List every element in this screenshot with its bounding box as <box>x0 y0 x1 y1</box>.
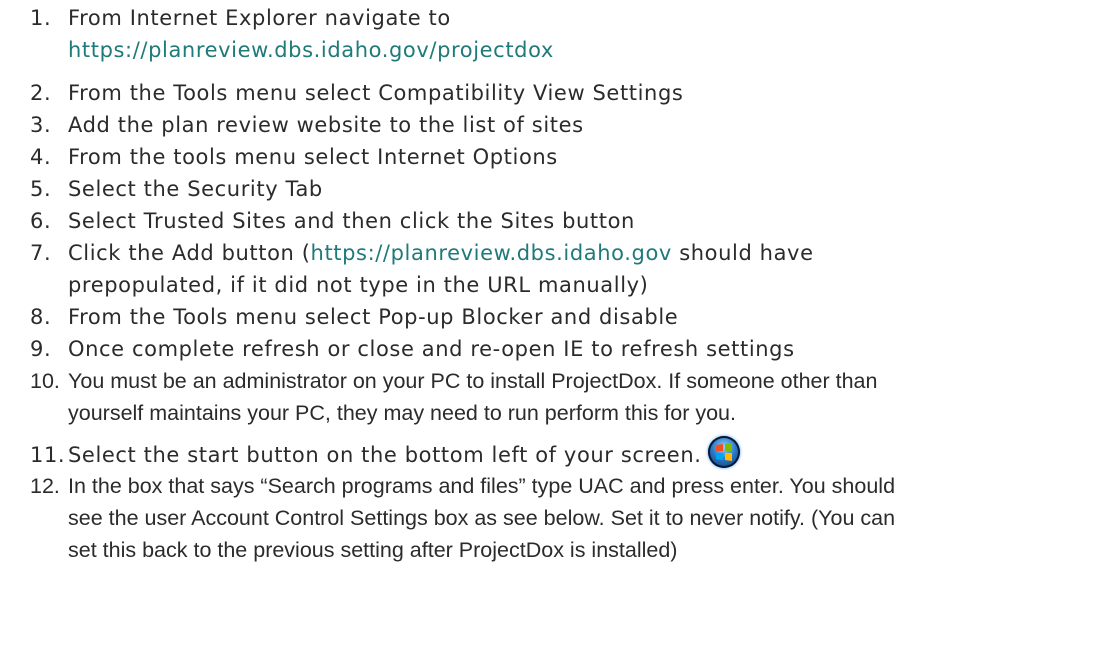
planreview-link[interactable]: https://planreview.dbs.idaho.gov <box>311 241 672 265</box>
item-text: Select the start button on the bottom le… <box>68 443 702 467</box>
item-text: From the tools menu select Internet Opti… <box>68 145 558 169</box>
windows-start-orb-icon <box>707 436 740 468</box>
item-number: 12. <box>30 474 60 498</box>
list-item-5: 5. Select the Security Tab <box>30 173 1090 205</box>
item-number: 2. <box>30 81 52 105</box>
item-text: Add the plan review website to the list … <box>68 113 584 137</box>
list-item-4: 4. From the tools menu select Internet Op… <box>30 141 1090 173</box>
item-text: should have <box>671 241 814 265</box>
list-item-2: 2. From the Tools menu select Compatibili… <box>30 77 1090 109</box>
list-item-8: 8. From the Tools menu select Pop-up Bloc… <box>30 301 1090 333</box>
list-item-10: 10. You must be an administrator on your … <box>30 365 1090 429</box>
item-number: 8. <box>30 305 52 329</box>
item-text: From the Tools menu select Compatibility… <box>68 81 684 105</box>
item-text: You must be an administrator on your PC … <box>68 369 878 393</box>
item-number: 10. <box>30 369 60 393</box>
list-item-9: 9. Once complete refresh or close and re-… <box>30 333 1090 365</box>
item-number: 11. <box>30 443 66 467</box>
instructions-document: 1. From Internet Explorer navigate to htt… <box>0 0 1107 669</box>
list-item-3: 3. Add the plan review website to the lis… <box>30 109 1090 141</box>
list-item-1: 1. From Internet Explorer navigate to htt… <box>30 2 1090 66</box>
item-text-line2: see the user Account Control Settings bo… <box>68 506 896 530</box>
item-text: In the box that says “Search programs an… <box>68 474 896 498</box>
item-text-line2: prepopulated, if it did not type in the … <box>68 273 649 297</box>
item-text: Once complete refresh or close and re-op… <box>68 337 795 361</box>
item-number: 1. <box>30 6 52 30</box>
list-item-7: 7. Click the Add button (https://planrevi… <box>30 237 1090 301</box>
item-text-line3: set this back to the previous setting af… <box>68 538 678 562</box>
item-number: 3. <box>30 113 52 137</box>
item-text: From the Tools menu select Pop-up Blocke… <box>68 305 679 329</box>
projectdox-link[interactable]: https://planreview.dbs.idaho.gov/project… <box>68 38 554 62</box>
item-text: Select the Security Tab <box>68 177 323 201</box>
item-text: Select Trusted Sites and then click the … <box>68 209 635 233</box>
item-text-line2: yourself maintains your PC, they may nee… <box>68 401 736 425</box>
item-number: 9. <box>30 337 52 361</box>
item-number: 7. <box>30 241 52 265</box>
item-text: From Internet Explorer navigate to <box>68 6 451 30</box>
item-number: 4. <box>30 145 52 169</box>
list-item-6: 6. Select Trusted Sites and then click th… <box>30 205 1090 237</box>
item-number: 6. <box>30 209 52 233</box>
list-item-12: 12. In the box that says “Search programs… <box>30 470 1090 566</box>
item-text: Click the Add button ( <box>68 241 311 265</box>
item-number: 5. <box>30 177 52 201</box>
list-item-11: 11. Select the start button on the bottom… <box>30 436 1090 471</box>
